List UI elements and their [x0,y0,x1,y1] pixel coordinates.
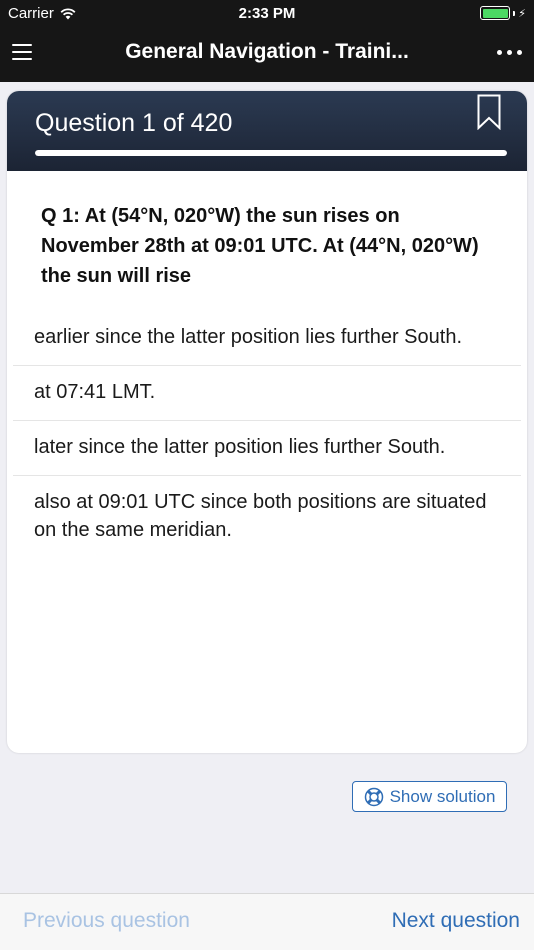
next-question-button[interactable]: Next question [392,909,520,933]
more-options-icon[interactable] [497,50,522,55]
battery-level [482,8,508,18]
status-bar: Carrier 2:33 PM ⚡ [0,0,534,28]
answer-list: earlier since the latter position lies f… [13,311,521,558]
nav-title: General Navigation - Traini... [125,40,409,63]
answer-option-3[interactable]: later since the latter position lies fur… [13,421,521,476]
question-card: Question 1 of 420 Q 1: At (54°N, 020°W) … [7,91,527,753]
answer-option-1[interactable]: earlier since the latter position lies f… [13,311,521,366]
lifebuoy-icon [364,787,383,806]
battery-tip [513,10,516,16]
charging-icon: ⚡ [518,7,526,20]
progress-bar [35,150,507,156]
answer-option-4[interactable]: also at 09:01 UTC since both positions a… [13,476,521,558]
question-counter: Question 1 of 420 [35,109,233,137]
previous-question-button[interactable]: Previous question [23,909,190,933]
show-solution-button[interactable]: Show solution [352,781,507,812]
question-header: Question 1 of 420 [7,91,527,171]
bottom-toolbar: Previous question Next question [0,893,534,950]
status-time: 2:33 PM [238,5,296,22]
bookmark-icon[interactable] [477,94,501,130]
nav-bar: General Navigation - Traini... [0,28,534,82]
hamburger-menu-icon[interactable] [12,44,32,60]
answer-option-2[interactable]: at 07:41 LMT. [13,366,521,421]
show-solution-label: Show solution [389,786,496,806]
battery-indicator: ⚡ [480,6,526,20]
top-bar: Carrier 2:33 PM ⚡ General Navigation - T… [0,0,534,82]
question-text: Q 1: At (54°N, 020°W) the sun rises on N… [41,205,479,287]
battery-icon [480,6,511,20]
progress-fill [35,150,507,156]
